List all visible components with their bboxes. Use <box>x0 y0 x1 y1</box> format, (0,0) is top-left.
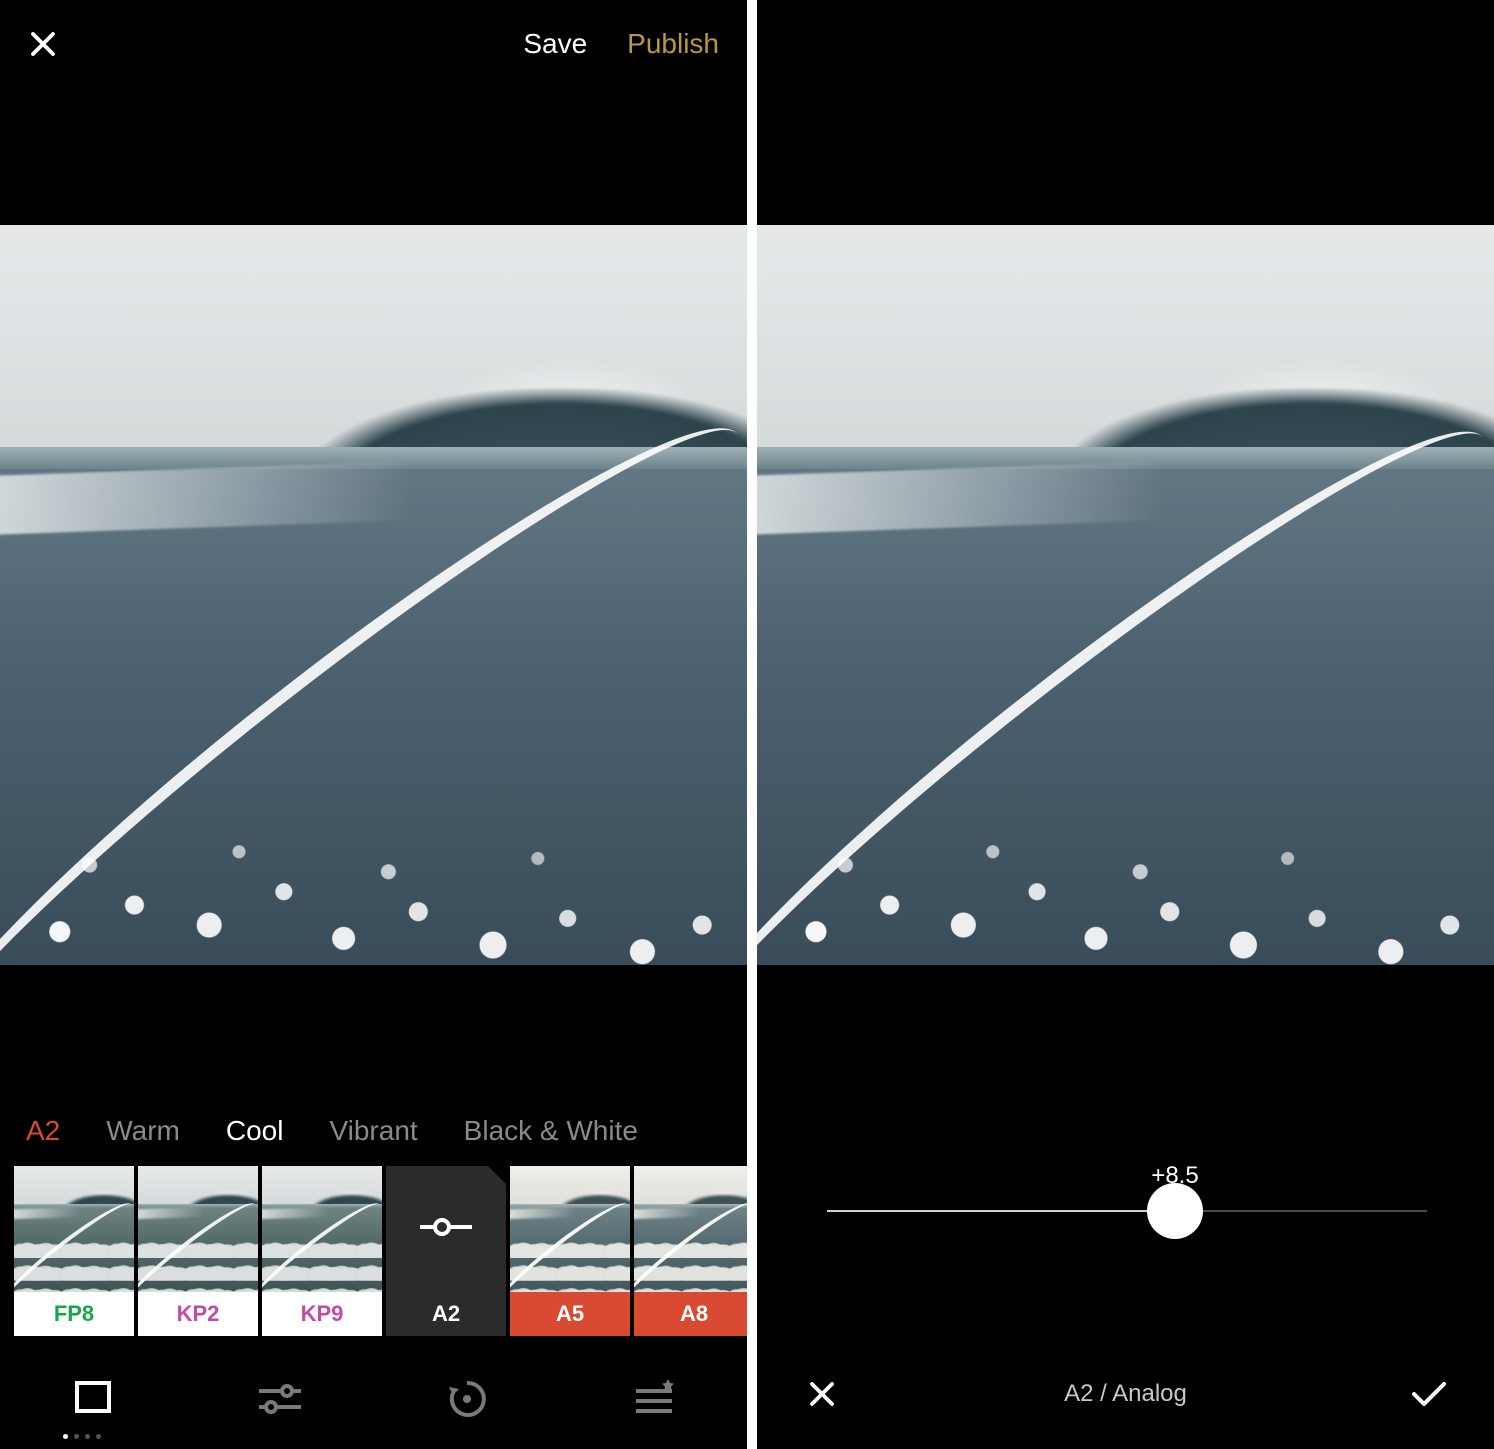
beach-photo <box>757 225 1494 965</box>
editor-filter-select-screen: Save Publish A2 Warm Cool Vibrant Black & Wh… <box>0 0 747 1449</box>
bottom-toolbar <box>0 1349 747 1449</box>
filter-strength-slider[interactable]: +8.5 <box>827 1210 1427 1212</box>
photo-preview[interactable] <box>757 225 1494 965</box>
screenshot-divider <box>747 0 757 1449</box>
filter-thumb-fp8[interactable]: FP8 <box>14 1166 134 1336</box>
history-tab-button[interactable] <box>442 1374 492 1424</box>
adjustments-tab-button[interactable] <box>255 1374 305 1424</box>
thumb-label: KP2 <box>138 1292 258 1336</box>
top-bar: Save Publish <box>0 0 747 88</box>
save-button[interactable]: Save <box>523 28 587 60</box>
undo-history-icon <box>445 1377 489 1421</box>
frame-icon <box>73 1379 113 1419</box>
category-tab-a2[interactable]: A2 <box>26 1115 60 1147</box>
photo-preview[interactable] <box>0 225 747 965</box>
thumb-label: A2 <box>386 1292 506 1336</box>
close-icon <box>28 29 58 59</box>
sliders-icon <box>257 1379 303 1419</box>
category-tab-black-white[interactable]: Black & White <box>464 1115 638 1147</box>
checkmark-icon <box>1411 1380 1447 1408</box>
top-actions: Save Publish <box>523 28 719 60</box>
thumb-label: FP8 <box>14 1292 134 1336</box>
slider-track <box>827 1210 1427 1212</box>
filter-thumb-kp9[interactable]: KP9 <box>262 1166 382 1336</box>
confirm-button[interactable] <box>1404 1369 1454 1419</box>
category-tab-cool[interactable]: Cool <box>226 1115 284 1147</box>
filter-thumb-a5[interactable]: A5 <box>510 1166 630 1336</box>
page-indicator-dots <box>63 1434 101 1439</box>
thumb-label: A5 <box>510 1292 630 1336</box>
close-icon <box>807 1379 837 1409</box>
filter-thumb-a8[interactable]: A8 <box>634 1166 747 1336</box>
cancel-button[interactable] <box>797 1369 847 1419</box>
filter-thumbnail-strip[interactable]: FP8KP2KP9A2A5A8 <box>14 1166 747 1336</box>
close-button[interactable] <box>28 29 58 59</box>
slider-fill <box>827 1210 1175 1212</box>
category-tab-vibrant[interactable]: Vibrant <box>329 1115 417 1147</box>
thumb-label: KP9 <box>262 1292 382 1336</box>
filter-thumb-a2[interactable]: A2 <box>386 1166 506 1336</box>
publish-button[interactable]: Publish <box>627 28 719 60</box>
filter-thumb-kp2[interactable]: KP2 <box>138 1166 258 1336</box>
adjust-slider-icon <box>418 1214 474 1245</box>
editor-filter-strength-screen: +8.5 A2 / Analog <box>757 0 1494 1449</box>
presets-tab-button[interactable] <box>68 1374 118 1424</box>
list-star-icon <box>632 1379 676 1419</box>
category-tab-warm[interactable]: Warm <box>106 1115 180 1147</box>
filter-caption: A2 / Analog <box>1064 1380 1187 1408</box>
bottom-toolbar: A2 / Analog <box>757 1339 1494 1449</box>
beach-photo <box>0 225 747 965</box>
slider-knob[interactable] <box>1147 1183 1203 1239</box>
thumb-label: A8 <box>634 1292 747 1336</box>
filter-category-tabs: A2 Warm Cool Vibrant Black & White <box>0 1103 747 1159</box>
recipes-tab-button[interactable] <box>629 1374 679 1424</box>
